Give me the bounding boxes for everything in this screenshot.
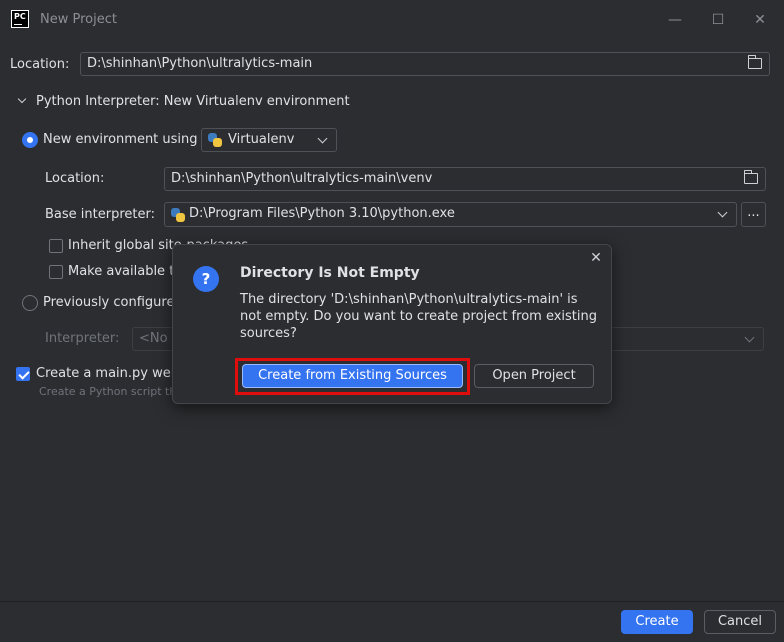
- base-interpreter-label: Base interpreter:: [45, 207, 155, 222]
- chevron-down-icon[interactable]: [17, 94, 27, 104]
- python-icon: [208, 133, 222, 147]
- chevron-down-icon: [317, 133, 328, 144]
- chevron-down-icon: [717, 207, 728, 218]
- create-main-py-label: Create a main.py welc: [36, 366, 182, 381]
- create-button[interactable]: Create: [621, 610, 693, 634]
- base-interpreter-dropdown[interactable]: D:\Program Files\Python 3.10\python.exe: [164, 202, 737, 227]
- make-available-label: Make available to: [68, 264, 183, 279]
- env-location-value: D:\shinhan\Python\ultralytics-main\venv: [171, 171, 433, 186]
- title-bar: PC New Project — ☐ ✕: [0, 0, 784, 40]
- previously-configured-label: Previously configure: [43, 295, 175, 310]
- base-interpreter-value: D:\Program Files\Python 3.10\python.exe: [189, 206, 455, 221]
- maximize-icon[interactable]: ☐: [703, 8, 733, 32]
- interpreter-label: Interpreter:: [45, 331, 120, 346]
- dialog-title: Directory Is Not Empty: [240, 265, 420, 281]
- interpreter-section-header[interactable]: Python Interpreter: New Virtualenv envir…: [36, 94, 350, 109]
- new-environment-label: New environment using: [43, 132, 198, 147]
- interpreter-value: <No: [139, 331, 168, 346]
- new-environment-radio[interactable]: [22, 132, 38, 148]
- project-location-label: Location:: [10, 57, 70, 72]
- folder-icon[interactable]: [748, 55, 762, 69]
- footer-divider: [0, 601, 784, 602]
- minimize-icon[interactable]: —: [660, 8, 690, 32]
- env-location-label: Location:: [45, 171, 105, 186]
- make-available-checkbox[interactable]: [49, 265, 63, 279]
- folder-icon[interactable]: [744, 170, 758, 184]
- previously-configured-radio[interactable]: [22, 295, 38, 311]
- create-main-py-hint: Create a Python script tha: [39, 385, 184, 398]
- window-title: New Project: [40, 12, 117, 27]
- cancel-button[interactable]: Cancel: [704, 610, 776, 634]
- question-icon: ?: [193, 266, 219, 292]
- create-from-existing-sources-button[interactable]: Create from Existing Sources: [242, 364, 463, 388]
- browse-interpreter-button[interactable]: ...: [741, 202, 766, 227]
- env-tool-dropdown[interactable]: Virtualenv: [201, 128, 337, 152]
- inherit-packages-checkbox[interactable]: [49, 239, 63, 253]
- create-main-py-checkbox[interactable]: [16, 367, 30, 381]
- project-location-value: D:\shinhan\Python\ultralytics-main: [87, 56, 313, 71]
- chevron-down-icon: [744, 332, 755, 343]
- open-project-button[interactable]: Open Project: [474, 364, 594, 388]
- close-icon[interactable]: ✕: [589, 251, 603, 265]
- env-tool-value: Virtualenv: [228, 132, 295, 147]
- directory-not-empty-dialog: ✕ ? Directory Is Not Empty The directory…: [172, 244, 612, 404]
- dialog-message: The directory 'D:\shinhan\Python\ultraly…: [240, 292, 597, 341]
- close-icon[interactable]: ✕: [745, 8, 775, 32]
- pycharm-logo-icon: PC: [11, 10, 29, 28]
- python-icon: [171, 208, 185, 222]
- env-location-field[interactable]: D:\shinhan\Python\ultralytics-main\venv: [164, 167, 766, 191]
- project-location-field[interactable]: D:\shinhan\Python\ultralytics-main: [80, 52, 770, 76]
